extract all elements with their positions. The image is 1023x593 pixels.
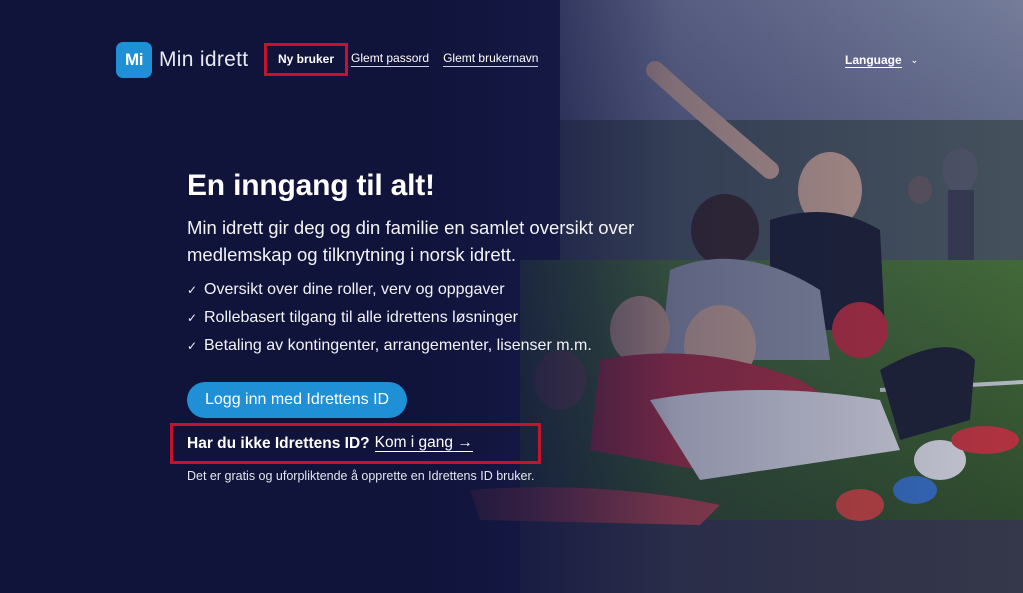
list-item: ✓ Rollebasert tilgang til alle idrettens… <box>187 304 707 332</box>
language-selector[interactable]: Language ⌄ <box>845 53 918 68</box>
forgot-password-link[interactable]: Glemt passord <box>351 51 430 67</box>
highlight-box-new-user: Ny bruker <box>264 42 349 76</box>
check-icon: ✓ <box>187 283 198 297</box>
get-started-link[interactable]: Kom i gang → <box>374 435 473 452</box>
feature-text: Oversikt over dine roller, verv og oppga… <box>204 281 505 298</box>
check-icon: ✓ <box>187 311 198 325</box>
feature-text: Betaling av kontingenter, arrangementer,… <box>204 337 592 354</box>
hero-content: En inngang til alt! Min idrett gir deg o… <box>187 168 707 418</box>
fineprint-text: Det er gratis og uforpliktende å opprett… <box>187 469 535 483</box>
login-idrettens-id-button[interactable]: Logg inn med Idrettens ID <box>187 382 408 418</box>
chevron-down-icon: ⌄ <box>910 55 919 65</box>
logo-text: Min idrett <box>159 48 249 71</box>
feature-text: Rollebasert tilgang til alle idrettens l… <box>204 309 518 326</box>
top-nav: Ny bruker Glemt passord Glemt brukernavn <box>264 42 552 76</box>
feature-list: ✓ Oversikt over dine roller, verv og opp… <box>187 276 707 360</box>
signup-question: Har du ikke Idrettens ID? <box>187 434 370 452</box>
min-idrett-logo[interactable]: Mi Min idrett <box>116 42 248 78</box>
check-icon: ✓ <box>187 339 198 353</box>
lead-text: Min idrett gir deg og din familie en sam… <box>187 217 635 265</box>
list-item: ✓ Oversikt over dine roller, verv og opp… <box>187 276 707 304</box>
new-user-link[interactable]: Ny bruker <box>278 52 334 67</box>
signup-highlight-box: Har du ikke Idrettens ID? Kom i gang → <box>170 423 541 464</box>
page-title: En inngang til alt! <box>187 169 435 202</box>
language-label: Language <box>845 53 902 68</box>
logo-badge: Mi <box>116 42 152 78</box>
list-item: ✓ Betaling av kontingenter, arrangemente… <box>187 332 707 360</box>
forgot-username-link[interactable]: Glemt brukernavn <box>443 51 539 67</box>
